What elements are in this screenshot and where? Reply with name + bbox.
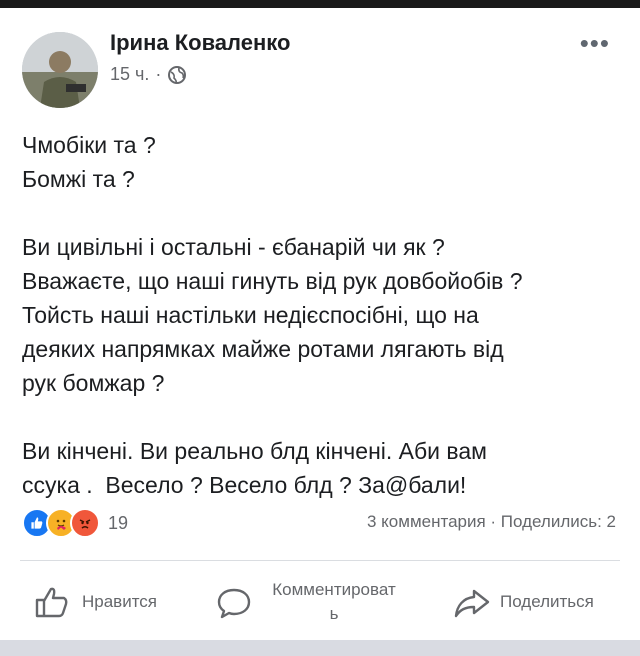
thumbs-up-icon: [35, 587, 68, 618]
post-time[interactable]: 15 ч.: [110, 64, 149, 85]
avatar[interactable]: [22, 32, 98, 108]
comment-icon: [217, 588, 251, 619]
post-line: Тойсть наші настільки недієспосібні, що …: [22, 302, 479, 328]
bottom-bar: [0, 640, 640, 656]
post-line: Вважаєте, що наші гинуть від рук довбойо…: [22, 268, 523, 294]
divider: [20, 560, 620, 561]
post-meta: 15 ч. ·: [110, 64, 187, 85]
post-line: Бомжі та ?: [22, 166, 135, 192]
post-line: рук бомжар ?: [22, 370, 165, 396]
top-bar: [0, 0, 640, 8]
post-line: деяких напрямках майже ротами лягають ві…: [22, 336, 504, 362]
post-body: Чмобіки та ? Бомжі та ? Ви цивільні і ос…: [22, 128, 622, 502]
post-line: ссука . Весело ? Весело блд ? За@бали!: [22, 472, 467, 498]
like-button[interactable]: Нравится: [32, 582, 157, 622]
avatar-photo: [22, 32, 98, 108]
angry-icon: [70, 508, 100, 538]
share-icon: [454, 589, 490, 618]
like-label: Нравится: [82, 592, 158, 611]
post-line: Ви кінчені. Ви реально блд кінчені. Аби …: [22, 438, 487, 464]
comment-button[interactable]: Комментироват ь: [214, 578, 414, 626]
comment-label: Комментироват ь: [272, 580, 396, 623]
post-line: Чмобіки та ?: [22, 132, 156, 158]
reactions-summary[interactable]: 19: [22, 508, 128, 538]
meta-separator: ·: [155, 64, 162, 84]
more-options-icon[interactable]: •••: [580, 30, 610, 56]
post-line: Ви цивільні і остальні - єбанарій чи як …: [22, 234, 445, 260]
globe-icon[interactable]: [167, 65, 187, 85]
author-name[interactable]: Ірина Коваленко: [110, 30, 290, 56]
share-label: Поделиться: [500, 592, 594, 611]
share-button[interactable]: Поделиться: [452, 582, 594, 622]
comments-shares-count[interactable]: 3 комментария · Поделились: 2: [367, 512, 616, 532]
reaction-count: 19: [108, 512, 129, 533]
